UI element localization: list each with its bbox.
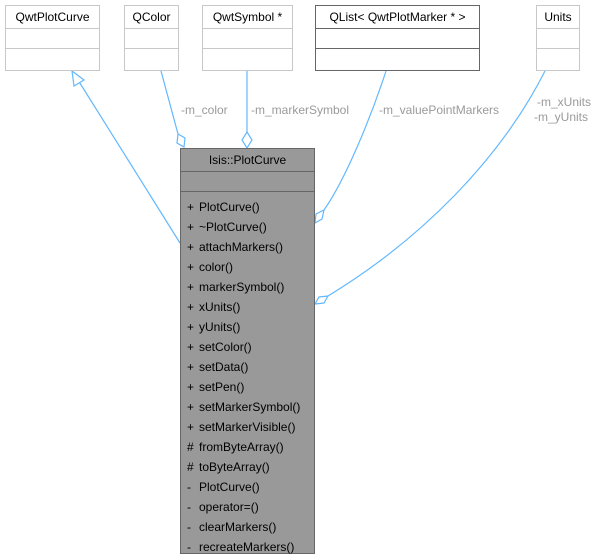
visibility-marker: + xyxy=(187,300,195,314)
attributes-section xyxy=(203,29,292,49)
edge-label-m-yunits: -m_yUnits xyxy=(534,110,589,124)
visibility-marker: + xyxy=(187,220,195,234)
aggregation-diamond-icon xyxy=(176,133,186,148)
class-name: Isis::PlotCurve xyxy=(181,149,314,172)
method-name: setColor() xyxy=(199,340,252,354)
method-item[interactable]: + setMarkerSymbol() xyxy=(181,397,314,417)
visibility-marker: + xyxy=(187,340,195,354)
class-name: QColor xyxy=(125,6,178,29)
method-name: xUnits() xyxy=(199,300,241,314)
method-item[interactable]: + markerSymbol() xyxy=(181,277,314,297)
methods-section: + PlotCurve() + ~PlotCurve() + attachMarkers(… xyxy=(181,192,314,557)
attributes-section xyxy=(125,29,178,49)
visibility-marker: + xyxy=(187,380,195,394)
method-item[interactable]: + ~PlotCurve() xyxy=(181,217,314,237)
method-name: yUnits() xyxy=(199,320,241,334)
method-name: clearMarkers() xyxy=(199,520,277,534)
visibility-marker: - xyxy=(187,500,191,514)
method-item[interactable]: # fromByteArray() xyxy=(181,437,314,457)
class-name: QList< QwtPlotMarker * > xyxy=(316,6,479,29)
method-item[interactable]: + color() xyxy=(181,257,314,277)
edge-label-m-xunits: -m_xUnits xyxy=(537,95,592,109)
visibility-marker: + xyxy=(187,320,195,334)
visibility-marker: + xyxy=(187,420,195,434)
methods-section xyxy=(203,49,292,69)
class-box-isis-plotcurve[interactable]: Isis::PlotCurve + PlotCurve() + ~PlotCurve(… xyxy=(180,148,315,554)
method-name: toByteArray() xyxy=(199,460,270,474)
methods-section xyxy=(537,49,579,69)
visibility-marker: # xyxy=(187,460,194,474)
attributes-section xyxy=(181,172,314,192)
edge-label-m-markersymbol: -m_markerSymbol xyxy=(251,103,350,117)
class-name: QwtPlotCurve xyxy=(6,6,99,29)
attributes-section xyxy=(6,29,99,49)
method-item[interactable]: + setColor() xyxy=(181,337,314,357)
edge-label-m-valuepointmarkers: -m_valuePointMarkers xyxy=(379,103,500,117)
method-name: PlotCurve() xyxy=(199,480,260,494)
methods-section xyxy=(125,49,178,69)
method-name: recreateMarkers() xyxy=(199,540,295,554)
class-name: Units xyxy=(537,6,579,29)
visibility-marker: - xyxy=(187,540,191,554)
method-name: color() xyxy=(199,260,234,274)
method-name: setData() xyxy=(199,360,249,374)
visibility-marker: - xyxy=(187,480,191,494)
visibility-marker: - xyxy=(187,520,191,534)
methods-section xyxy=(316,49,479,69)
edge-label-m-color: -m_color xyxy=(181,103,228,117)
class-box-qwtsymbol[interactable]: QwtSymbol * xyxy=(202,5,293,71)
method-item[interactable]: - operator=() xyxy=(181,497,314,517)
attributes-section xyxy=(537,29,579,49)
method-item[interactable]: + xUnits() xyxy=(181,297,314,317)
visibility-marker: + xyxy=(187,200,195,214)
class-name: QwtSymbol * xyxy=(203,6,292,29)
edge-inheritance-qwtplotcurve xyxy=(77,79,181,244)
method-name: ~PlotCurve() xyxy=(199,220,267,234)
aggregation-diamond-icon xyxy=(313,295,330,305)
method-name: setMarkerSymbol() xyxy=(199,400,301,414)
class-box-units[interactable]: Units xyxy=(536,5,580,71)
method-name: PlotCurve() xyxy=(199,200,260,214)
method-name: markerSymbol() xyxy=(199,280,285,294)
method-name: operator=() xyxy=(199,500,259,514)
method-name: fromByteArray() xyxy=(199,440,284,454)
method-item[interactable]: + setData() xyxy=(181,357,314,377)
visibility-marker: # xyxy=(187,440,194,454)
visibility-marker: + xyxy=(187,240,195,254)
method-item[interactable]: + setPen() xyxy=(181,377,314,397)
aggregation-diamond-icon xyxy=(241,130,253,150)
aggregation-diamond-icon xyxy=(314,208,325,225)
method-item[interactable]: + PlotCurve() xyxy=(181,197,314,217)
method-item[interactable]: + setMarkerVisible() xyxy=(181,417,314,437)
method-name: setMarkerVisible() xyxy=(199,420,296,434)
visibility-marker: + xyxy=(187,260,195,274)
method-item[interactable]: + yUnits() xyxy=(181,317,314,337)
edge-m-valuepointmarkers xyxy=(323,70,387,211)
methods-section xyxy=(6,49,99,69)
class-box-qwtplotcurve[interactable]: QwtPlotCurve xyxy=(5,5,100,71)
method-item[interactable]: # toByteArray() xyxy=(181,457,314,477)
visibility-marker: + xyxy=(187,280,195,294)
visibility-marker: + xyxy=(187,400,195,414)
visibility-marker: + xyxy=(187,360,195,374)
method-item[interactable]: - recreateMarkers() xyxy=(181,537,314,557)
method-name: attachMarkers() xyxy=(199,240,284,254)
edge-m-color xyxy=(160,70,179,135)
attributes-section xyxy=(316,29,479,49)
method-name: setPen() xyxy=(199,380,245,394)
method-item[interactable]: - clearMarkers() xyxy=(181,517,314,537)
class-box-qlist-qwtplotmarker[interactable]: QList< QwtPlotMarker * > xyxy=(315,5,480,71)
inheritance-arrowhead-icon xyxy=(71,69,86,87)
method-item[interactable]: + attachMarkers() xyxy=(181,237,314,257)
method-item[interactable]: - PlotCurve() xyxy=(181,477,314,497)
class-box-qcolor[interactable]: QColor xyxy=(124,5,179,71)
